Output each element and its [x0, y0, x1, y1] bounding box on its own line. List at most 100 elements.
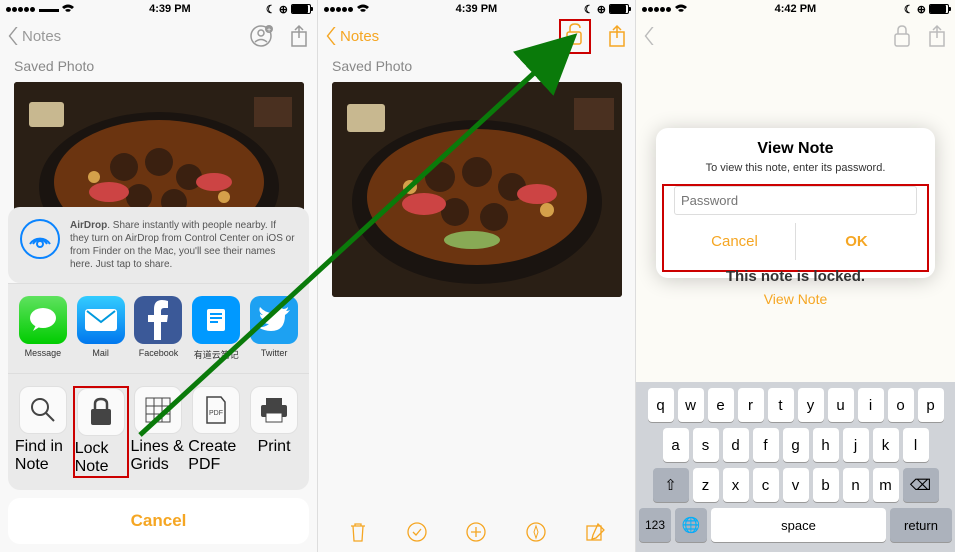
keyboard-row-3: ⇧ zxcvbnm ⌫: [639, 468, 952, 502]
cancel-button[interactable]: Cancel: [8, 498, 309, 544]
key-w[interactable]: w: [678, 388, 704, 422]
key-y[interactable]: y: [798, 388, 824, 422]
status-bar: 4:42 PM ☾ ⊕: [636, 0, 955, 18]
key-b[interactable]: b: [813, 468, 839, 502]
key-j[interactable]: j: [843, 428, 869, 462]
key-i[interactable]: i: [858, 388, 884, 422]
note-title: Saved Photo: [318, 54, 635, 78]
password-dialog: View Note To view this note, enter its p…: [656, 128, 935, 278]
keyboard-row-1: qwertyuiop: [639, 388, 952, 422]
airdrop-icon: [20, 219, 60, 259]
key-o[interactable]: o: [888, 388, 914, 422]
shift-key[interactable]: ⇧: [653, 468, 689, 502]
dialog-cancel-button[interactable]: Cancel: [674, 223, 796, 260]
dialog-title: View Note: [656, 128, 935, 162]
action-lines[interactable]: Lines & Grids: [130, 386, 186, 478]
back-button[interactable]: Notes: [8, 27, 61, 45]
app-mail[interactable]: Mail: [73, 296, 129, 361]
status-time: 4:39 PM: [149, 3, 191, 15]
check-circle-icon[interactable]: [406, 521, 428, 543]
action-print[interactable]: Print: [246, 386, 302, 478]
password-section-highlight: Cancel OK: [662, 184, 929, 272]
phone-2: 4:39 PM ☾ ⊕ Notes Saved Photo: [318, 0, 636, 552]
numbers-key[interactable]: 123: [639, 508, 671, 542]
locked-message: This note is locked. View Note: [636, 268, 955, 307]
app-label: Mail: [92, 348, 109, 358]
svg-text:PDF: PDF: [209, 410, 223, 417]
action-row: Find in Note Lock Note Lines & Grids PDF…: [8, 373, 309, 490]
action-label: Find in Note: [15, 438, 71, 474]
nav-bar: Notes: [318, 18, 635, 54]
app-facebook[interactable]: Facebook: [130, 296, 186, 361]
unlock-button-highlight: [559, 19, 591, 54]
dialog-ok-button[interactable]: OK: [796, 223, 917, 260]
key-q[interactable]: q: [648, 388, 674, 422]
app-label: 有道云笔记: [194, 348, 239, 361]
share-icon[interactable]: [289, 24, 309, 48]
key-p[interactable]: p: [918, 388, 944, 422]
back-button[interactable]: Notes: [326, 27, 379, 45]
key-t[interactable]: t: [768, 388, 794, 422]
action-label: Lock Note: [75, 440, 127, 476]
compose-icon[interactable]: [584, 521, 606, 543]
app-label: Facebook: [139, 348, 179, 358]
password-input[interactable]: [674, 186, 917, 215]
app-youdao[interactable]: 有道云笔记: [188, 296, 244, 361]
trash-icon[interactable]: [347, 521, 369, 543]
add-user-icon[interactable]: +: [249, 25, 273, 47]
wifi-icon: [62, 4, 74, 14]
airdrop-text: AirDrop. Share instantly with people nea…: [70, 219, 297, 271]
key-d[interactable]: d: [723, 428, 749, 462]
action-pdf[interactable]: PDF Create PDF: [188, 386, 244, 478]
key-u[interactable]: u: [828, 388, 854, 422]
key-m[interactable]: m: [873, 468, 899, 502]
share-icon[interactable]: [607, 24, 627, 48]
key-x[interactable]: x: [723, 468, 749, 502]
action-label: Print: [258, 438, 291, 456]
key-s[interactable]: s: [693, 428, 719, 462]
action-lock[interactable]: Lock Note: [73, 386, 129, 478]
wifi-icon: [675, 4, 687, 14]
key-k[interactable]: k: [873, 428, 899, 462]
svg-text:+: +: [267, 27, 271, 34]
back-button[interactable]: [644, 27, 658, 45]
action-find[interactable]: Find in Note: [15, 386, 71, 478]
backspace-key[interactable]: ⌫: [903, 468, 939, 502]
app-row: Message Mail Facebook 有道云笔记 Twitter: [8, 283, 309, 373]
app-twitter[interactable]: Twitter: [246, 296, 302, 361]
plus-circle-icon[interactable]: [465, 521, 487, 543]
keyboard-row-4: 123 🌐 space return: [639, 508, 952, 542]
app-label: Twitter: [261, 348, 288, 358]
key-g[interactable]: g: [783, 428, 809, 462]
status-bar: ▬▬ 4:39 PM ☾ ⊕: [0, 0, 317, 18]
globe-key[interactable]: 🌐: [675, 508, 707, 542]
app-message[interactable]: Message: [15, 296, 71, 361]
draw-icon[interactable]: [525, 521, 547, 543]
key-r[interactable]: r: [738, 388, 764, 422]
view-note-link[interactable]: View Note: [636, 291, 955, 307]
key-e[interactable]: e: [708, 388, 734, 422]
keyboard: qwertyuiop asdfghjkl ⇧ zxcvbnm ⌫ 123 🌐 s…: [636, 382, 955, 552]
status-bar: 4:39 PM ☾ ⊕: [318, 0, 635, 18]
share-icon[interactable]: [927, 24, 947, 48]
key-a[interactable]: a: [663, 428, 689, 462]
key-z[interactable]: z: [693, 468, 719, 502]
key-v[interactable]: v: [783, 468, 809, 502]
action-label: Create PDF: [188, 438, 244, 474]
app-label: Message: [25, 348, 62, 358]
note-photo: [332, 82, 622, 297]
return-key[interactable]: return: [890, 508, 952, 542]
key-f[interactable]: f: [753, 428, 779, 462]
note-title: Saved Photo: [0, 54, 317, 78]
key-n[interactable]: n: [843, 468, 869, 502]
back-label: Notes: [22, 28, 61, 45]
nav-bar: Notes +: [0, 18, 317, 54]
key-l[interactable]: l: [903, 428, 929, 462]
space-key[interactable]: space: [711, 508, 886, 542]
key-c[interactable]: c: [753, 468, 779, 502]
unlock-icon[interactable]: [565, 23, 585, 45]
locked-text: This note is locked.: [636, 268, 955, 285]
lock-icon[interactable]: [893, 25, 911, 47]
key-h[interactable]: h: [813, 428, 839, 462]
airdrop-section[interactable]: AirDrop. Share instantly with people nea…: [8, 207, 309, 283]
